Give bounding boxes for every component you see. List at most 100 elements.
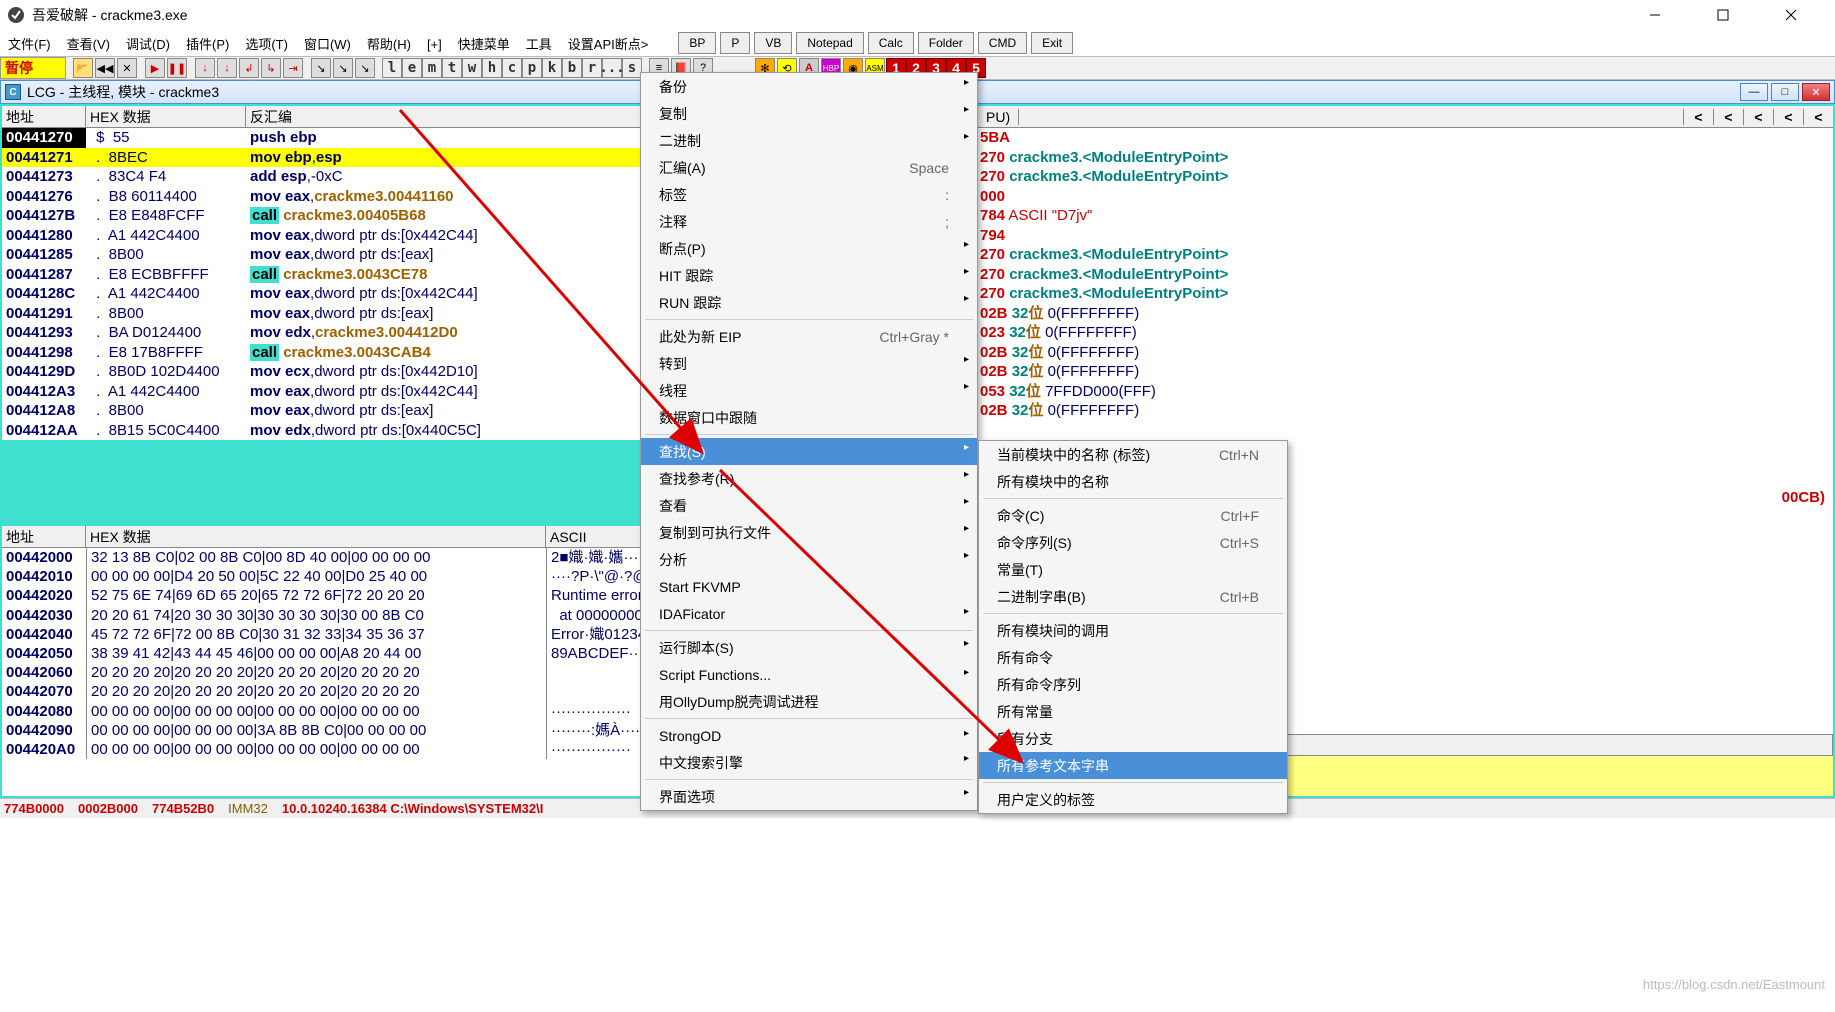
menu-7[interactable]: [+] bbox=[419, 37, 450, 52]
reg-left-arrow4[interactable]: < bbox=[1773, 109, 1803, 125]
dump-col-addr[interactable]: 地址 bbox=[2, 526, 86, 547]
tb-pause-icon[interactable]: ❚❚ bbox=[167, 58, 187, 78]
tb-letter-b[interactable]: b bbox=[562, 58, 582, 78]
tb-stop-icon[interactable]: ✕ bbox=[117, 58, 137, 78]
tb-trace2-icon[interactable]: ↘ bbox=[333, 58, 353, 78]
ctx--[interactable]: 界面选项 bbox=[641, 783, 977, 810]
minimize-button[interactable] bbox=[1635, 3, 1675, 27]
ctx--[interactable]: 数据窗口中跟随 bbox=[641, 404, 977, 431]
ctx--[interactable]: 线程 bbox=[641, 377, 977, 404]
ctx--t-[interactable]: 常量(T) bbox=[979, 556, 1287, 583]
ctx-idaficator[interactable]: IDAFicator bbox=[641, 600, 977, 627]
context-menu-main[interactable]: 备份复制二进制汇编(A)Space标签:注释;断点(P)HIT 跟踪RUN 跟踪… bbox=[640, 72, 978, 811]
ctx--[interactable]: 所有常量 bbox=[979, 698, 1287, 725]
ctx--[interactable]: 查看 bbox=[641, 492, 977, 519]
ctx--[interactable]: 所有命令序列 bbox=[979, 671, 1287, 698]
ctx--[interactable]: 所有模块中的名称 bbox=[979, 468, 1287, 495]
mdi-close-button[interactable]: ✕ bbox=[1802, 83, 1830, 101]
col-addr[interactable]: 地址 bbox=[2, 106, 86, 127]
tb-letter-t[interactable]: t bbox=[442, 58, 462, 78]
menu-5[interactable]: 窗口(W) bbox=[296, 37, 359, 52]
menubtn-cmd[interactable]: CMD bbox=[978, 32, 1027, 54]
tb-letter-h[interactable]: h bbox=[482, 58, 502, 78]
close-button[interactable] bbox=[1771, 3, 1811, 27]
menu-2[interactable]: 调试(D) bbox=[118, 37, 178, 52]
tb-trace3-icon[interactable]: ↘ bbox=[355, 58, 375, 78]
menu-10[interactable]: 设置API断点> bbox=[560, 37, 657, 52]
menu-1[interactable]: 查看(V) bbox=[59, 37, 118, 52]
menubtn-calc[interactable]: Calc bbox=[868, 32, 914, 54]
col-hex[interactable]: HEX 数据 bbox=[86, 106, 246, 127]
maximize-button[interactable] bbox=[1703, 3, 1743, 27]
ctx--a-[interactable]: 汇编(A)Space bbox=[641, 154, 977, 181]
ctx--r-[interactable]: 查找参考(R) bbox=[641, 465, 977, 492]
ctx--[interactable]: 标签: bbox=[641, 181, 977, 208]
menu-3[interactable]: 插件(P) bbox=[178, 37, 237, 52]
tb-folder-icon[interactable]: 📂 bbox=[73, 58, 93, 78]
tb-trace1-icon[interactable]: ↘ bbox=[311, 58, 331, 78]
ctx--[interactable]: 用户定义的标签 bbox=[979, 786, 1287, 813]
ctx--s-[interactable]: 命令序列(S)Ctrl+S bbox=[979, 529, 1287, 556]
ctx-start-fkvmp[interactable]: Start FKVMP bbox=[641, 573, 977, 600]
menu-0[interactable]: 文件(F) bbox=[0, 37, 59, 52]
ctx--[interactable]: 所有模块间的调用 bbox=[979, 617, 1287, 644]
ctx--c-[interactable]: 命令(C)Ctrl+F bbox=[979, 502, 1287, 529]
tb-step2-icon[interactable]: ↓ bbox=[217, 58, 237, 78]
ctx-hit-[interactable]: HIT 跟踪 bbox=[641, 262, 977, 289]
reg-left-arrow[interactable]: < bbox=[1683, 109, 1713, 125]
ctx--[interactable]: 转到 bbox=[641, 350, 977, 377]
ctx--s-[interactable]: 查找(S) bbox=[641, 438, 977, 465]
tb-letter-e[interactable]: e bbox=[402, 58, 422, 78]
tb-step4-icon[interactable]: ↳ bbox=[261, 58, 281, 78]
tb-letter-l[interactable]: l bbox=[382, 58, 402, 78]
tb-letter-w[interactable]: w bbox=[462, 58, 482, 78]
menubtn-bp[interactable]: BP bbox=[678, 32, 716, 54]
ctx--[interactable]: 所有命令 bbox=[979, 644, 1287, 671]
ctx--[interactable]: 备份 bbox=[641, 73, 977, 100]
ctx--b-[interactable]: 二进制字串(B)Ctrl+B bbox=[979, 583, 1287, 610]
context-menu-search[interactable]: 当前模块中的名称 (标签)Ctrl+N所有模块中的名称命令(C)Ctrl+F命令… bbox=[978, 440, 1288, 814]
menu-9[interactable]: 工具 bbox=[518, 37, 560, 52]
tb-letter-c[interactable]: c bbox=[502, 58, 522, 78]
reg-left-arrow3[interactable]: < bbox=[1743, 109, 1773, 125]
ctx-run-[interactable]: RUN 跟踪 bbox=[641, 289, 977, 316]
menubtn-notepad[interactable]: Notepad bbox=[796, 32, 863, 54]
menubtn-p[interactable]: P bbox=[720, 32, 750, 54]
ctx--[interactable]: 当前模块中的名称 (标签)Ctrl+N bbox=[979, 441, 1287, 468]
ctx--[interactable]: 复制到可执行文件 bbox=[641, 519, 977, 546]
ctx--s-[interactable]: 运行脚本(S) bbox=[641, 634, 977, 661]
tb-step3-icon[interactable]: ↲ bbox=[239, 58, 259, 78]
ctx-script-functions-[interactable]: Script Functions... bbox=[641, 661, 977, 688]
ctx--[interactable]: 所有分支 bbox=[979, 725, 1287, 752]
tb-letter-p[interactable]: p bbox=[522, 58, 542, 78]
ctx--[interactable]: 注释; bbox=[641, 208, 977, 235]
menubtn-exit[interactable]: Exit bbox=[1031, 32, 1073, 54]
tb-letter-...[interactable]: ... bbox=[602, 58, 622, 78]
mdi-maximize-button[interactable]: □ bbox=[1771, 83, 1799, 101]
menubtn-folder[interactable]: Folder bbox=[918, 32, 974, 54]
mdi-minimize-button[interactable]: — bbox=[1740, 83, 1768, 101]
reg-left-arrow2[interactable]: < bbox=[1713, 109, 1743, 125]
menubtn-vb[interactable]: VB bbox=[754, 32, 792, 54]
ctx--[interactable]: 二进制 bbox=[641, 127, 977, 154]
tb-letter-k[interactable]: k bbox=[542, 58, 562, 78]
ctx--[interactable]: 复制 bbox=[641, 100, 977, 127]
tb-rewind-icon[interactable]: ◀◀ bbox=[95, 58, 115, 78]
menu-8[interactable]: 快捷菜单 bbox=[450, 37, 518, 52]
ctx--p-[interactable]: 断点(P) bbox=[641, 235, 977, 262]
tb-play-icon[interactable]: ▶ bbox=[145, 58, 165, 78]
menu-4[interactable]: 选项(T) bbox=[237, 37, 296, 52]
tb-step5-icon[interactable]: ⇥ bbox=[283, 58, 303, 78]
ctx--[interactable]: 所有参考文本字串 bbox=[979, 752, 1287, 779]
ctx--[interactable]: 中文搜索引擎 bbox=[641, 749, 977, 776]
tb-letter-s[interactable]: s bbox=[622, 58, 642, 78]
ctx-strongod[interactable]: StrongOD bbox=[641, 722, 977, 749]
menu-6[interactable]: 帮助(H) bbox=[359, 37, 419, 52]
ctx--eip[interactable]: 此处为新 EIPCtrl+Gray * bbox=[641, 323, 977, 350]
tb-letter-m[interactable]: m bbox=[422, 58, 442, 78]
ctx--[interactable]: 分析 bbox=[641, 546, 977, 573]
tb-step1-icon[interactable]: ↓ bbox=[195, 58, 215, 78]
reg-left-arrow5[interactable]: < bbox=[1803, 109, 1833, 125]
dump-col-hex[interactable]: HEX 数据 bbox=[86, 526, 546, 547]
ctx--ollydump-[interactable]: 用OllyDump脱壳调试进程 bbox=[641, 688, 977, 715]
